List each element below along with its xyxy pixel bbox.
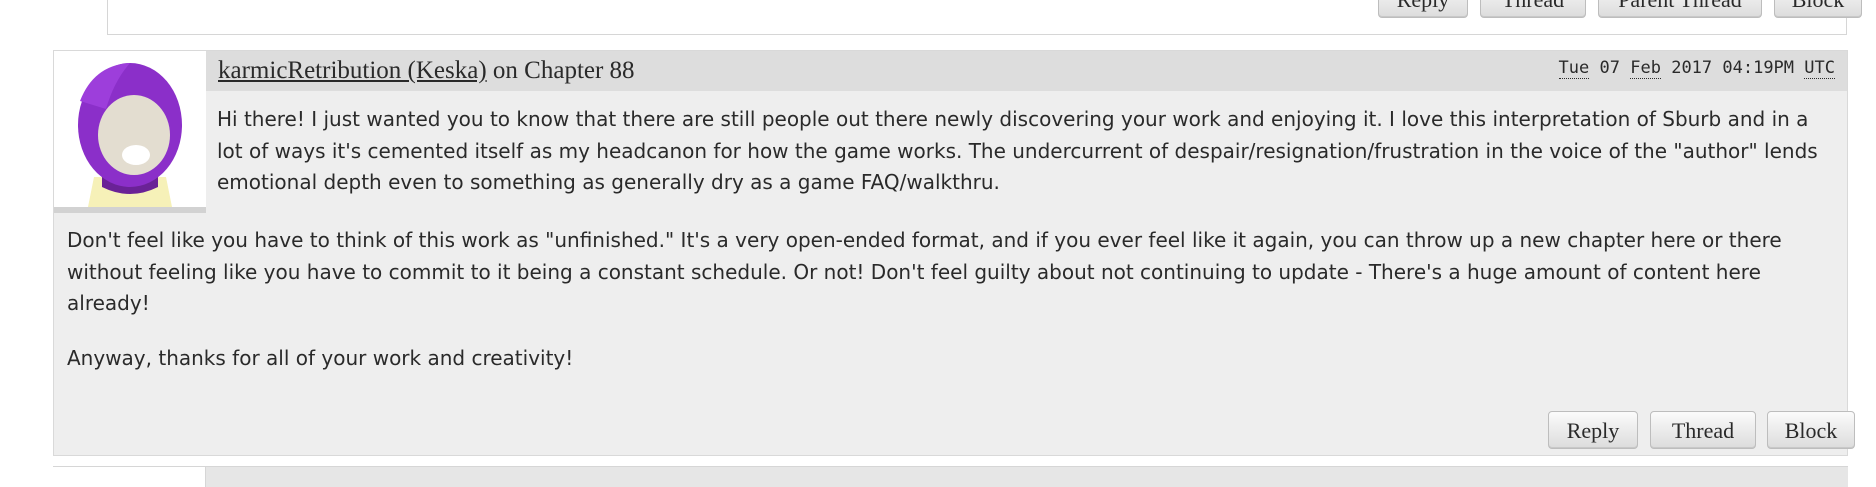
thread-button[interactable]: Thread — [1650, 411, 1756, 449]
timestamp-zone: UTC — [1804, 58, 1835, 79]
comment-paragraph: Don't feel like you have to think of thi… — [67, 228, 1782, 315]
parent-thread-button[interactable]: Parent Thread — [1598, 0, 1762, 18]
reply-button[interactable]: Reply — [1378, 0, 1468, 18]
reply-button[interactable]: Reply — [1548, 411, 1638, 449]
timestamp-year-time: 2017 04:19PM — [1671, 58, 1795, 78]
thread-button[interactable]: Thread — [1480, 0, 1586, 18]
timestamp-date: 07 — [1599, 58, 1620, 78]
next-comment — [53, 466, 1848, 487]
timestamp-day: Tue — [1558, 58, 1590, 79]
hooded-figure-icon — [54, 51, 206, 207]
avatar[interactable] — [54, 51, 206, 213]
chapter-label: on Chapter 88 — [492, 57, 635, 84]
author-link[interactable]: karmicRetribution (Keska) — [218, 57, 487, 84]
previous-comment: Reply Thread Parent Thread Block — [107, 0, 1862, 35]
block-button[interactable]: Block — [1767, 411, 1855, 449]
block-button[interactable]: Block — [1774, 0, 1862, 18]
timestamp-month: Feb — [1630, 58, 1661, 79]
comment-paragraph: Anyway, thanks for all of your work and … — [67, 346, 574, 370]
comment-byline: karmicRetribution (Keska) on Chapter 88 — [218, 57, 635, 85]
next-comment-avatar — [53, 467, 206, 487]
comment-timestamp: Tue 07 Feb 2017 04:19PM UTC — [1558, 58, 1835, 79]
comment-paragraph: Hi there! I just wanted you to know that… — [217, 107, 1818, 194]
comment: karmicRetribution (Keska) on Chapter 88 … — [53, 50, 1855, 456]
